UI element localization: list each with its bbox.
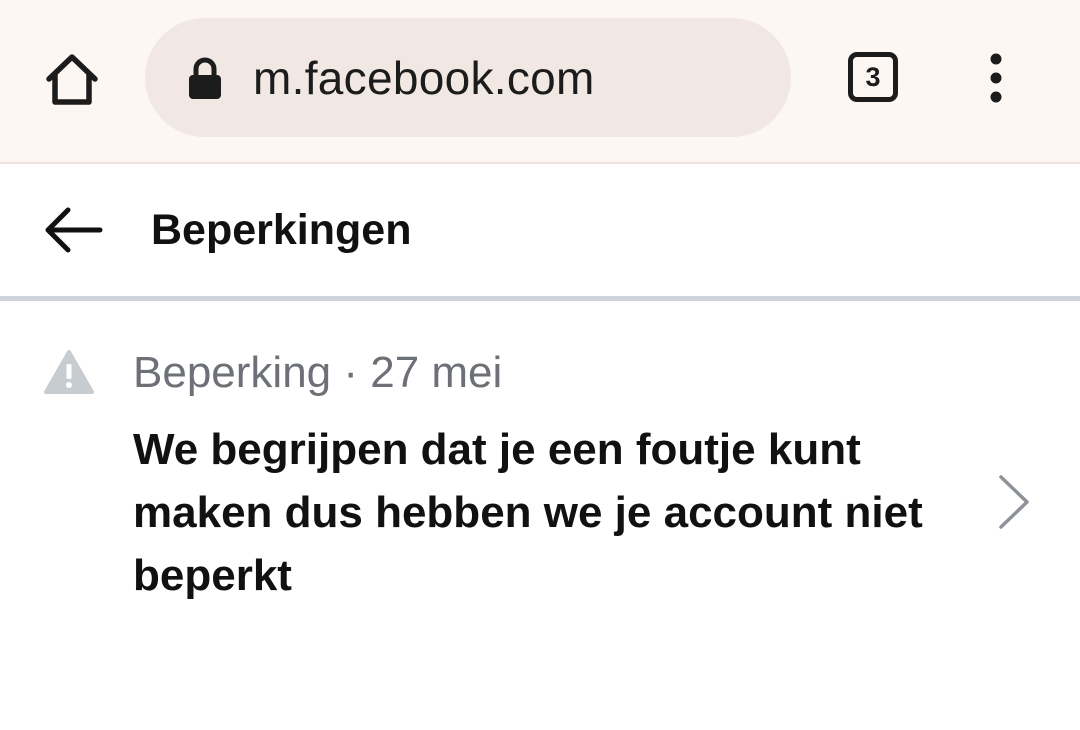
home-icon: [46, 54, 98, 105]
restriction-message: We begrijpen dat je een foutje kunt make…: [133, 425, 923, 600]
browser-toolbar: m.facebook.com 3: [0, 0, 1080, 164]
restriction-list-item[interactable]: Beperking · 27 mei We begrijpen dat je e…: [0, 301, 1080, 631]
warning-icon: [44, 350, 94, 394]
page-title: Beperkingen: [151, 206, 412, 254]
tab-count: 3: [865, 61, 881, 92]
url-text: m.facebook.com: [253, 52, 595, 104]
chevron-right-icon: [999, 475, 1029, 529]
back-button[interactable]: [40, 202, 106, 258]
more-menu-button[interactable]: [980, 50, 1012, 110]
home-button[interactable]: [42, 48, 102, 108]
address-bar[interactable]: m.facebook.com: [145, 18, 791, 137]
tab-switcher-button[interactable]: 3: [848, 52, 898, 102]
screen: m.facebook.com 3 Beperkingen Beperking ·…: [0, 0, 1080, 730]
more-vert-icon: [990, 53, 1002, 103]
page-header: Beperkingen: [0, 164, 1080, 296]
lock-icon: [189, 57, 221, 99]
arrow-left-icon: [45, 207, 103, 253]
restriction-meta: Beperking · 27 mei: [133, 348, 503, 397]
